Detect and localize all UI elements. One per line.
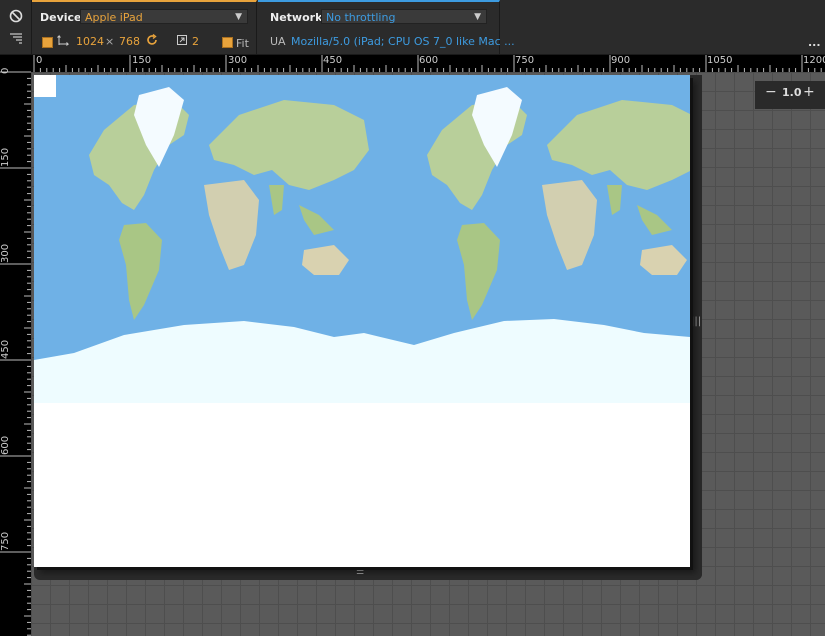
network-label: Network: [270, 11, 323, 24]
chevron-down-icon: ▼: [235, 12, 242, 22]
device-enable-checkbox[interactable]: [42, 37, 53, 48]
ruler-left-label: 600: [0, 435, 11, 455]
ruler-top-label: 1200: [803, 55, 825, 66]
swap-dimensions-icon[interactable]: [57, 34, 69, 46]
network-section: Network No throttling ▼ UA Mozilla/5.0 (…: [258, 0, 515, 54]
ruler-top-label: 750: [515, 55, 535, 66]
ruler-top: 0 150 300 450 600 750 900 1050 1200: [31, 55, 825, 72]
ruler-left-label: 750: [0, 531, 11, 551]
no-emulation-icon[interactable]: [9, 9, 23, 23]
device-select-value: Apple iPad: [85, 11, 143, 24]
toolbar-left-column: [0, 0, 32, 54]
ruler-left: 0 150 300 450 600 750: [0, 55, 31, 636]
ruler-top-label: 450: [323, 55, 343, 66]
zoom-out-button[interactable]: −: [765, 84, 777, 100]
ruler-left-label: 0: [0, 67, 11, 74]
device-scale-input[interactable]: 2: [192, 35, 199, 48]
ruler-top-label: 600: [419, 55, 439, 66]
ruler-top-label: 1050: [707, 55, 733, 66]
ruler-left-label: 450: [0, 339, 11, 359]
network-throttling-select[interactable]: No throttling ▼: [321, 9, 487, 24]
resize-handle-right[interactable]: |||: [691, 316, 701, 327]
zoom-value: 1.0: [782, 86, 802, 99]
chevron-down-icon: ▼: [474, 12, 481, 22]
map-corner-tile: [34, 75, 56, 97]
fit-checkbox[interactable]: [222, 37, 233, 48]
ua-label: UA: [270, 35, 286, 48]
user-agent-input[interactable]: Mozilla/5.0 (iPad; CPU OS 7_0 like Mac .…: [291, 35, 515, 48]
device-section: Device Apple iPad ▼ 1024 × 768 2 Fit: [32, 0, 257, 54]
ruler-left-label: 300: [0, 243, 11, 263]
fit-label: Fit: [236, 37, 249, 50]
ruler-top-label: 900: [611, 55, 631, 66]
zoom-control: − 1.0 +: [755, 81, 825, 109]
device-scale-icon: [177, 35, 187, 45]
media-query-icon[interactable]: [9, 31, 23, 45]
device-mode-toolbar: Device Apple iPad ▼ 1024 × 768 2 Fit Net…: [0, 0, 825, 55]
ruler-left-label: 150: [0, 147, 11, 167]
rotate-icon[interactable]: [146, 34, 158, 46]
dimension-separator: ×: [105, 35, 115, 48]
world-map[interactable]: [34, 75, 707, 567]
width-input[interactable]: 1024: [76, 35, 104, 48]
network-select-value: No throttling: [326, 11, 396, 24]
zoom-in-button[interactable]: +: [803, 84, 815, 100]
device-viewport: [34, 75, 707, 567]
ruler-top-label: 300: [228, 55, 248, 66]
more-options-icon[interactable]: ...: [808, 36, 821, 49]
height-input[interactable]: 768: [119, 35, 140, 48]
device-label: Device: [40, 11, 82, 24]
device-select[interactable]: Apple iPad ▼: [80, 9, 248, 24]
ruler-top-label: 0: [36, 55, 43, 66]
device-frame-bottom: [34, 567, 702, 580]
resize-handle-bottom[interactable]: ☰: [356, 567, 364, 577]
map-empty-area: [34, 403, 690, 567]
device-frame-right: [688, 75, 702, 580]
ruler-top-label: 150: [132, 55, 152, 66]
